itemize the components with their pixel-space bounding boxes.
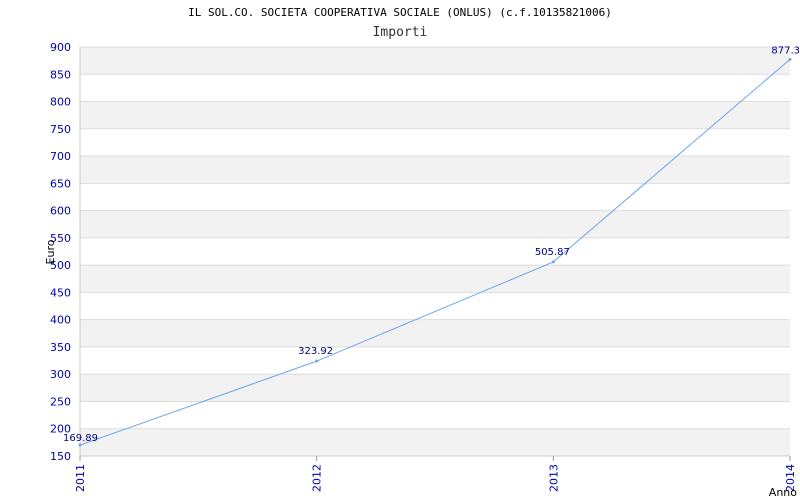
grid-band	[80, 319, 790, 347]
x-axis-label: Anno	[769, 486, 797, 499]
y-tick-label: 700	[50, 150, 71, 163]
y-tick-label: 450	[50, 286, 71, 299]
y-tick-label: 800	[50, 96, 71, 109]
grid-band	[80, 374, 790, 402]
grid-band	[80, 47, 790, 75]
x-tick-label: 2013	[547, 464, 560, 492]
x-tick-label: 2011	[74, 464, 87, 492]
data-label: 505.87	[535, 247, 570, 258]
grid-band	[80, 428, 790, 456]
data-label: 169.89	[63, 433, 98, 444]
x-tick-label: 2012	[311, 464, 324, 492]
line-chart: 1502002503003504004505005506006507007508…	[44, 41, 800, 499]
grid-bands	[79, 46, 790, 457]
grid-band	[80, 210, 790, 238]
grid-band	[80, 128, 790, 157]
data-point	[315, 359, 319, 363]
y-tick-label: 600	[50, 205, 71, 218]
y-tick-label: 400	[50, 314, 71, 327]
data-label: 877.3	[771, 45, 800, 56]
data-point	[551, 260, 555, 264]
y-tick-label: 750	[50, 123, 71, 136]
y-tick-label: 300	[50, 368, 71, 381]
y-tick-label: 250	[50, 395, 71, 408]
data-point	[788, 57, 792, 61]
grid-band	[80, 401, 790, 429]
y-tick-label: 350	[50, 341, 71, 354]
grid-band	[80, 74, 790, 102]
y-tick-label: 900	[50, 41, 71, 54]
grid-band	[80, 292, 790, 320]
y-tick-label: 650	[50, 177, 71, 190]
grid-band	[80, 101, 790, 129]
y-tick-label: 150	[50, 450, 71, 463]
grid-band	[80, 346, 790, 375]
y-tick-label: 850	[50, 68, 71, 81]
data-label: 323.92	[298, 346, 333, 357]
y-axis-label: Euro	[44, 239, 57, 264]
x-axis-ticks: 2011 2012 2013 2014	[74, 456, 797, 492]
grid-band	[80, 183, 790, 211]
grid-band	[80, 265, 790, 293]
grid-band	[80, 237, 790, 266]
grid-band	[80, 156, 790, 184]
